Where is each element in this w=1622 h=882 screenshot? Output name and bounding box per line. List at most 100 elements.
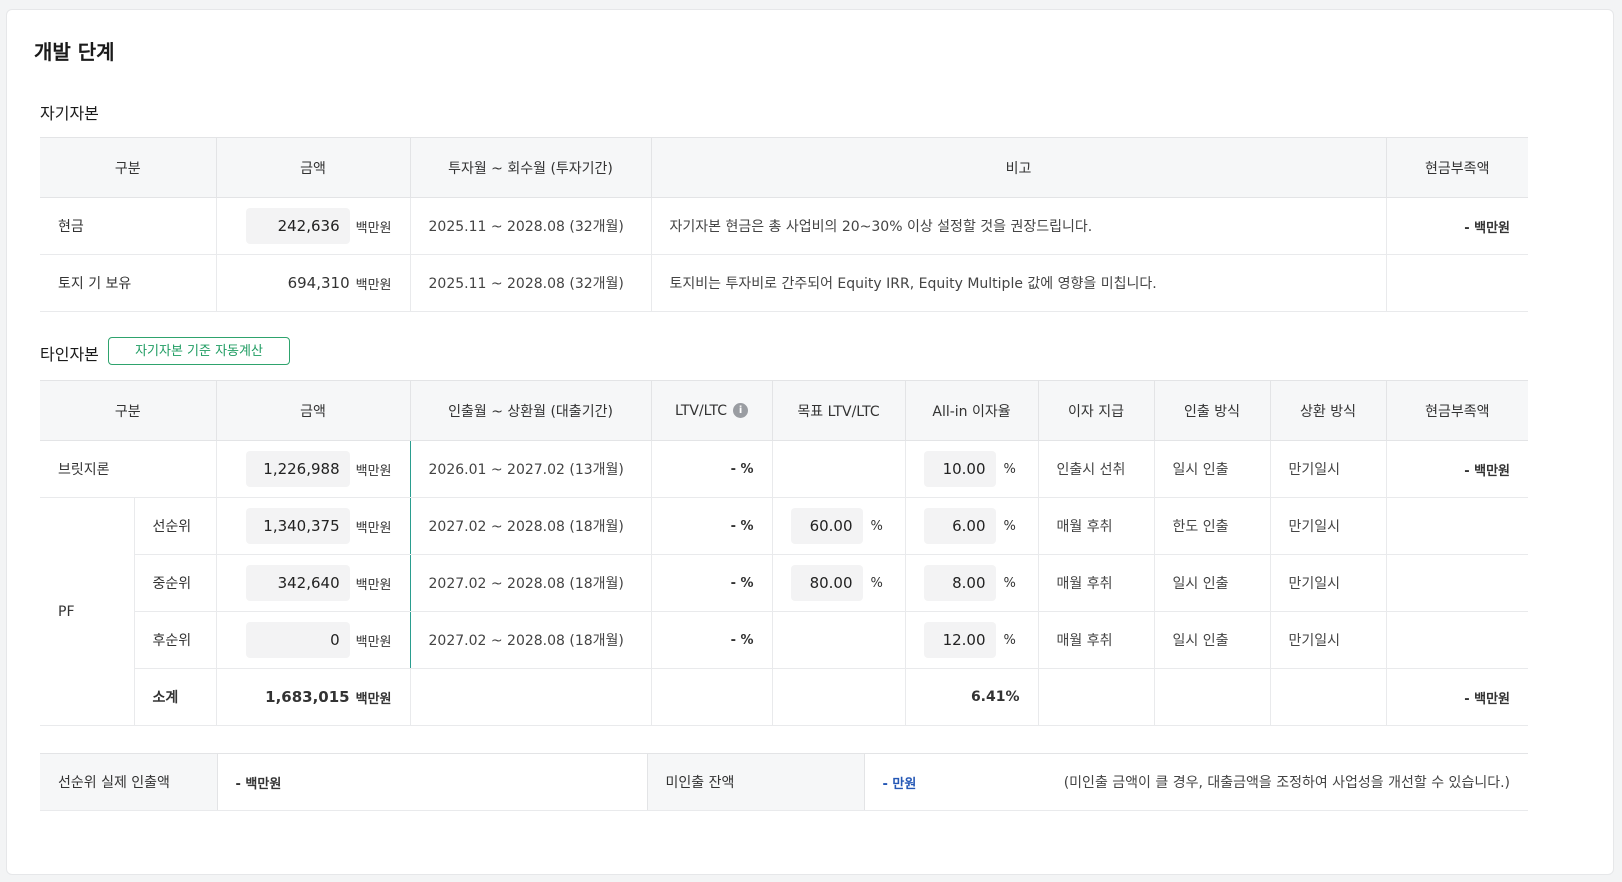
draw-cell: 일시 인출	[1154, 611, 1271, 669]
interest-cell	[1038, 668, 1155, 726]
ltv-cell: - %	[651, 497, 773, 555]
table-row-land: 토지 기 보유 694,310 백만원 2025.11 ~ 2028.08 (3…	[40, 254, 1528, 312]
unit-label: 백만원	[355, 577, 392, 593]
ltv-cell: - %	[651, 611, 773, 669]
shortfall-cell	[1386, 497, 1529, 555]
note-cell: 토지비는 투자비로 간주되어 Equity IRR, Equity Multip…	[651, 254, 1387, 312]
info-icon[interactable]: i	[733, 403, 749, 418]
row-label: 토지 기 보유	[40, 254, 217, 312]
unit-label: 백만원	[355, 634, 392, 650]
bridge-amount-input[interactable]: 1,226,988	[245, 451, 350, 487]
equity-header-row: 구분 금액 투자월 ~ 회수월 (투자기간) 비고 현금부족액	[40, 137, 1528, 198]
undrawn-note: (미인출 금액이 클 경우, 대출금액을 조정하여 사업성을 개선할 수 있습니…	[1063, 775, 1510, 791]
auto-calc-button[interactable]: 자기자본 기준 자동계산	[108, 337, 290, 365]
cash-amount-input[interactable]: 242,636	[245, 208, 350, 244]
unit-label: 백만원	[355, 520, 392, 536]
bridge-rate-input[interactable]: 10.00	[923, 451, 996, 487]
percent-label: %	[870, 575, 883, 591]
equity-title: 자기자본	[40, 104, 99, 123]
debt-title: 타인자본	[40, 345, 99, 364]
col-header-target-ltv: 목표 LTV/LTC	[772, 380, 906, 441]
shortfall-cell	[1386, 254, 1528, 312]
land-amount-value: 694,310	[287, 274, 350, 292]
col-header-interest: 이자 지급	[1038, 380, 1155, 441]
subtotal-rate: 6.41	[970, 689, 1006, 705]
repay-cell	[1270, 668, 1387, 726]
col-header-rate: All-in 이자율	[905, 380, 1039, 441]
target-ltv-cell	[772, 611, 906, 669]
summary-table: 선순위 실제 인출액 - 백만원 미인출 잔액 - 만원 (미인출 금액이 클 …	[40, 753, 1528, 811]
shortfall-cell: - 백만원	[1386, 668, 1529, 726]
draw-cell: 일시 인출	[1154, 440, 1271, 498]
table-row-pf-mezzanine: 중순위 342,640 백만원 2027.02 ~ 2028.08 (18개월)…	[40, 554, 1529, 612]
period-cell: 2025.11 ~ 2028.08 (32개월)	[410, 197, 652, 255]
row-label: 후순위	[134, 611, 217, 669]
unit-label: 백만원	[355, 691, 392, 707]
interest-cell: 매월 후취	[1038, 554, 1155, 612]
shortfall-cell: - 백만원	[1386, 440, 1529, 498]
senior-drawn-label: 선순위 실제 인출액	[40, 753, 218, 811]
subtotal-amount: 1,683,015	[265, 688, 350, 706]
repay-cell: 만기일시	[1270, 440, 1387, 498]
unit-label: 백만원	[355, 220, 392, 236]
period-cell: 2026.01 ~ 2027.02 (13개월)	[410, 440, 652, 498]
col-header-category: 구분	[40, 137, 217, 198]
unit-label: 백만원	[355, 277, 392, 293]
debt-header-row: 구분 금액 인출월 ~ 상환월 (대출기간) LTV/LTC i 목표 LTV/L…	[40, 380, 1529, 441]
period-cell	[410, 668, 652, 726]
col-header-category: 구분	[40, 380, 217, 441]
percent-label: %	[1003, 575, 1016, 591]
table-row-pf-senior: PF 선순위 1,340,375 백만원 2027.02 ~ 2028.08 (…	[40, 497, 1529, 726]
senior-rate-input[interactable]: 6.00	[923, 508, 996, 544]
ltv-header-label: LTV/LTC	[674, 402, 728, 419]
ltv-cell: - %	[651, 554, 773, 612]
percent-label: %	[1003, 461, 1016, 477]
mezzanine-rate-input[interactable]: 8.00	[923, 565, 996, 601]
col-header-shortfall: 현금부족액	[1386, 380, 1529, 441]
draw-cell: 한도 인출	[1154, 497, 1271, 555]
col-header-period: 투자월 ~ 회수월 (투자기간)	[410, 137, 652, 198]
subtotal-label: 소계	[134, 668, 217, 726]
col-header-period: 인출월 ~ 상환월 (대출기간)	[410, 380, 652, 441]
draw-cell: 일시 인출	[1154, 554, 1271, 612]
period-cell: 2027.02 ~ 2028.08 (18개월)	[410, 611, 652, 669]
interest-cell: 매월 후취	[1038, 611, 1155, 669]
table-row-pf-subordinate: 후순위 0 백만원 2027.02 ~ 2028.08 (18개월) - % 1…	[40, 611, 1529, 669]
percent-label: %	[1005, 689, 1020, 705]
percent-label: %	[1003, 632, 1016, 648]
pf-group-label: PF	[40, 497, 135, 726]
page-title: 개발 단계	[34, 40, 115, 64]
mezzanine-target-ltv-input[interactable]: 80.00	[790, 565, 863, 601]
summary-row: 선순위 실제 인출액 - 백만원 미인출 잔액 - 만원 (미인출 금액이 클 …	[40, 753, 1528, 811]
row-label: 현금	[40, 197, 217, 255]
subordinate-rate-input[interactable]: 12.00	[923, 622, 996, 658]
undrawn-value: - 만원	[882, 776, 917, 792]
table-row-subtotal: 소계 1,683,015 백만원 6.41% - 백만원	[40, 668, 1529, 726]
shortfall-cell: - 백만원	[1386, 197, 1528, 255]
table-row-cash: 현금 242,636 백만원 2025.11 ~ 2028.08 (32개월) …	[40, 197, 1528, 255]
undrawn-label: 미인출 잔액	[647, 753, 865, 811]
period-cell: 2027.02 ~ 2028.08 (18개월)	[410, 554, 652, 612]
draw-cell	[1154, 668, 1271, 726]
col-header-amount: 금액	[216, 137, 411, 198]
note-cell: 자기자본 현금은 총 사업비의 20~30% 이상 설정할 것을 권장드립니다.	[651, 197, 1387, 255]
col-header-ltv: LTV/LTC i	[651, 380, 773, 441]
senior-amount-input[interactable]: 1,340,375	[245, 508, 350, 544]
percent-label: %	[870, 518, 883, 534]
row-label: 중순위	[134, 554, 217, 612]
ltv-cell: - %	[651, 440, 773, 498]
debt-table: 구분 금액 인출월 ~ 상환월 (대출기간) LTV/LTC i 목표 LTV/L…	[40, 380, 1529, 726]
period-cell: 2027.02 ~ 2028.08 (18개월)	[410, 497, 652, 555]
col-header-note: 비고	[651, 137, 1387, 198]
table-row-bridge: 브릿지론 1,226,988 백만원 2026.01 ~ 2027.02 (13…	[40, 440, 1529, 498]
mezzanine-amount-input[interactable]: 342,640	[245, 565, 350, 601]
percent-label: %	[1003, 518, 1016, 534]
subordinate-amount-input[interactable]: 0	[245, 622, 350, 658]
interest-cell: 매월 후취	[1038, 497, 1155, 555]
shortfall-cell	[1386, 554, 1529, 612]
col-header-amount: 금액	[216, 380, 411, 441]
senior-target-ltv-input[interactable]: 60.00	[790, 508, 863, 544]
repay-cell: 만기일시	[1270, 497, 1387, 555]
target-ltv-cell	[772, 668, 906, 726]
unit-label: 백만원	[355, 463, 392, 479]
